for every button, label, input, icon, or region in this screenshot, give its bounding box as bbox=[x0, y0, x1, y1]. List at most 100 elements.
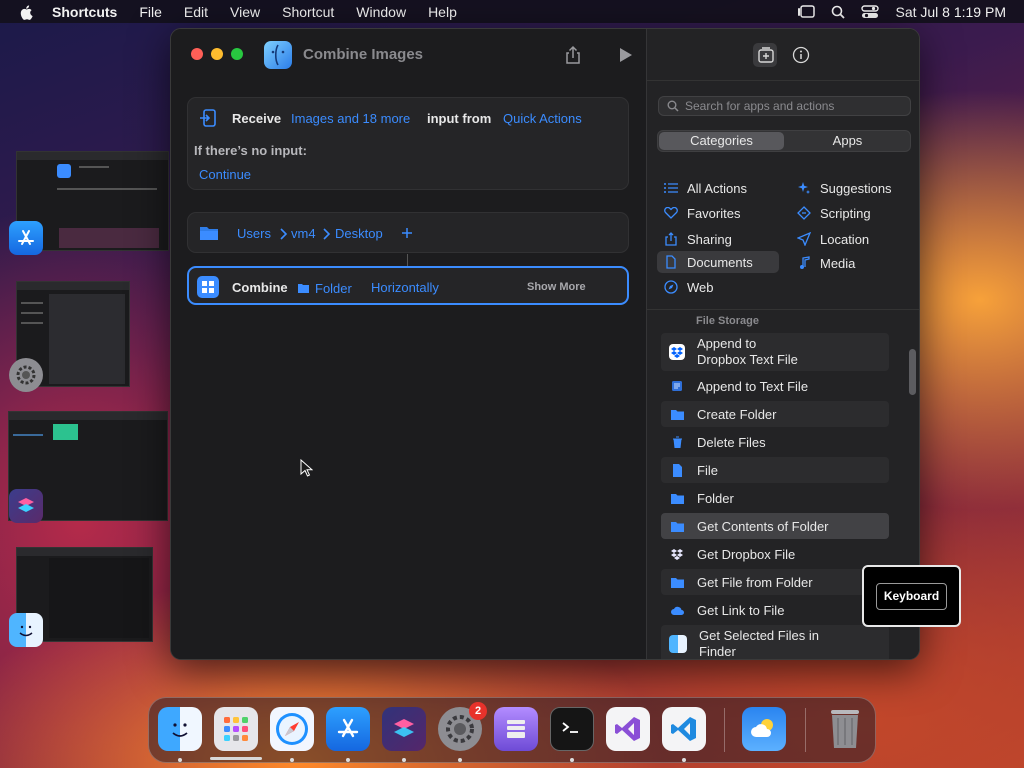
input-types-token[interactable]: Images and 18 more bbox=[291, 111, 410, 126]
receive-action-card[interactable]: Receive Images and 18 more input from Qu… bbox=[187, 97, 629, 190]
action-label: File bbox=[697, 462, 718, 478]
category-label: All Actions bbox=[687, 180, 747, 196]
category-location[interactable]: Location bbox=[797, 228, 907, 250]
folder-icon bbox=[669, 490, 685, 506]
dock-vscode-icon[interactable] bbox=[662, 707, 706, 751]
action-item-get-selected-files[interactable]: Get Selected Files in Finder bbox=[661, 625, 889, 659]
action-item-get-file-from-folder[interactable]: Get File from Folder bbox=[661, 569, 889, 595]
shortcut-editor-window: Combine Images Receive Images and 18 mor… bbox=[170, 28, 920, 660]
category-all-actions[interactable]: All Actions bbox=[664, 177, 774, 199]
window-title[interactable]: Combine Images bbox=[303, 46, 423, 63]
category-scripting[interactable]: Scripting bbox=[797, 202, 907, 224]
dock-shortcuts-icon[interactable] bbox=[382, 707, 426, 751]
receive-input-icon bbox=[200, 109, 216, 127]
chevron-right-icon bbox=[323, 228, 331, 240]
shortcuts-icon[interactable] bbox=[9, 489, 43, 523]
menu-view[interactable]: View bbox=[230, 4, 260, 20]
scripting-icon bbox=[797, 206, 811, 220]
tab-apps[interactable]: Apps bbox=[785, 132, 910, 150]
input-source-token[interactable]: Quick Actions bbox=[503, 111, 582, 126]
action-item-file[interactable]: File bbox=[661, 457, 889, 483]
menu-file[interactable]: File bbox=[139, 4, 162, 20]
category-favorites[interactable]: Favorites bbox=[664, 202, 774, 224]
category-divider bbox=[647, 309, 919, 310]
system-settings-icon[interactable] bbox=[9, 358, 43, 392]
dock-system-settings-icon[interactable]: 2 bbox=[438, 702, 487, 751]
menu-window[interactable]: Window bbox=[356, 4, 406, 20]
stage-manager-icon[interactable] bbox=[797, 4, 816, 19]
dock-terminal-icon[interactable] bbox=[550, 707, 594, 751]
category-web[interactable]: Web bbox=[664, 276, 774, 298]
thumbnail-titlebar bbox=[9, 412, 167, 420]
menu-edit[interactable]: Edit bbox=[184, 4, 208, 20]
action-item-delete-files[interactable]: Delete Files bbox=[661, 429, 889, 455]
keyboard-button[interactable]: Keyboard bbox=[876, 583, 947, 610]
no-input-label: If there’s no input: bbox=[194, 143, 307, 158]
thumbnail-line bbox=[21, 312, 43, 314]
dock-visual-studio-icon[interactable] bbox=[606, 707, 650, 751]
dock-safari-icon[interactable] bbox=[270, 707, 314, 751]
add-path-icon[interactable] bbox=[401, 227, 413, 239]
editor-pane: Combine Images Receive Images and 18 mor… bbox=[171, 29, 646, 659]
dock-finder-icon[interactable] bbox=[158, 707, 202, 751]
text-file-icon bbox=[669, 378, 685, 394]
zoom-button[interactable] bbox=[231, 48, 243, 60]
path-segment-users[interactable]: Users bbox=[237, 226, 271, 241]
show-more-button[interactable]: Show More bbox=[527, 281, 586, 293]
close-button[interactable] bbox=[191, 48, 203, 60]
folder-icon bbox=[200, 227, 218, 240]
action-item-folder[interactable]: Folder bbox=[661, 485, 889, 511]
folder-path-action-card[interactable]: Users vm4 Desktop bbox=[187, 212, 629, 253]
menu-app-name[interactable]: Shortcuts bbox=[52, 4, 117, 20]
menubar-clock[interactable]: Sat Jul 8 1:19 PM bbox=[895, 4, 1006, 20]
folder-variable-token[interactable]: Folder bbox=[315, 281, 352, 296]
search-input[interactable]: Search for apps and actions bbox=[658, 96, 911, 116]
control-center-icon[interactable] bbox=[861, 4, 880, 19]
combine-mode-token[interactable]: Horizontally bbox=[371, 280, 439, 295]
dock-trash-icon[interactable] bbox=[823, 707, 867, 751]
minimize-button[interactable] bbox=[211, 48, 223, 60]
category-media[interactable]: Media bbox=[797, 252, 907, 274]
dock-configurator-icon[interactable] bbox=[494, 707, 538, 751]
action-item-append-dropbox[interactable]: Append to Dropbox Text File bbox=[661, 333, 889, 371]
running-indicator bbox=[346, 758, 350, 762]
no-input-action-token[interactable]: Continue bbox=[199, 167, 251, 182]
action-item-get-link-to-file[interactable]: Get Link to File bbox=[661, 597, 889, 623]
category-documents[interactable]: Documents bbox=[657, 251, 779, 273]
combine-images-action-card[interactable]: Combine Folder Horizontally Show More bbox=[187, 266, 629, 305]
menu-help[interactable]: Help bbox=[428, 4, 457, 20]
tab-categories[interactable]: Categories bbox=[659, 132, 784, 150]
run-icon[interactable] bbox=[615, 45, 635, 65]
category-suggestions[interactable]: Suggestions bbox=[797, 177, 907, 199]
dock-app-store-icon[interactable] bbox=[326, 707, 370, 751]
action-library-icon[interactable] bbox=[757, 46, 775, 64]
action-label: Folder bbox=[697, 490, 734, 506]
action-label: Append to Dropbox Text File bbox=[697, 336, 798, 367]
thumbnail-line bbox=[21, 302, 43, 304]
action-connector bbox=[407, 254, 408, 266]
keyboard-popover: Keyboard bbox=[862, 565, 961, 627]
menu-shortcut[interactable]: Shortcut bbox=[282, 4, 334, 20]
actions-scrollbar[interactable] bbox=[909, 349, 916, 395]
dock-launchpad-icon[interactable] bbox=[214, 707, 258, 751]
spotlight-search-icon[interactable] bbox=[831, 5, 846, 19]
thumbnail-block bbox=[59, 228, 159, 248]
action-item-create-folder[interactable]: Create Folder bbox=[661, 401, 889, 427]
path-segment-vm4[interactable]: vm4 bbox=[291, 226, 316, 241]
shortcut-icon[interactable] bbox=[264, 41, 292, 69]
dock-weather-icon[interactable] bbox=[742, 707, 786, 751]
info-icon[interactable] bbox=[792, 46, 810, 64]
action-label: Append to Text File bbox=[697, 378, 809, 394]
category-sharing[interactable]: Sharing bbox=[664, 228, 774, 250]
path-segment-desktop[interactable]: Desktop bbox=[335, 226, 383, 241]
category-label: Suggestions bbox=[820, 180, 892, 196]
launchpad-highlight bbox=[210, 757, 262, 760]
share-icon[interactable] bbox=[563, 45, 583, 65]
finder-icon[interactable] bbox=[9, 613, 43, 647]
app-store-icon[interactable] bbox=[9, 221, 43, 255]
action-item-append-text-file[interactable]: Append to Text File bbox=[661, 373, 889, 399]
action-item-get-contents-of-folder[interactable]: Get Contents of Folder bbox=[661, 513, 889, 539]
thumbnail-line bbox=[57, 188, 157, 190]
action-item-get-dropbox-file[interactable]: Get Dropbox File bbox=[661, 541, 889, 567]
apple-menu-icon[interactable] bbox=[18, 3, 36, 21]
